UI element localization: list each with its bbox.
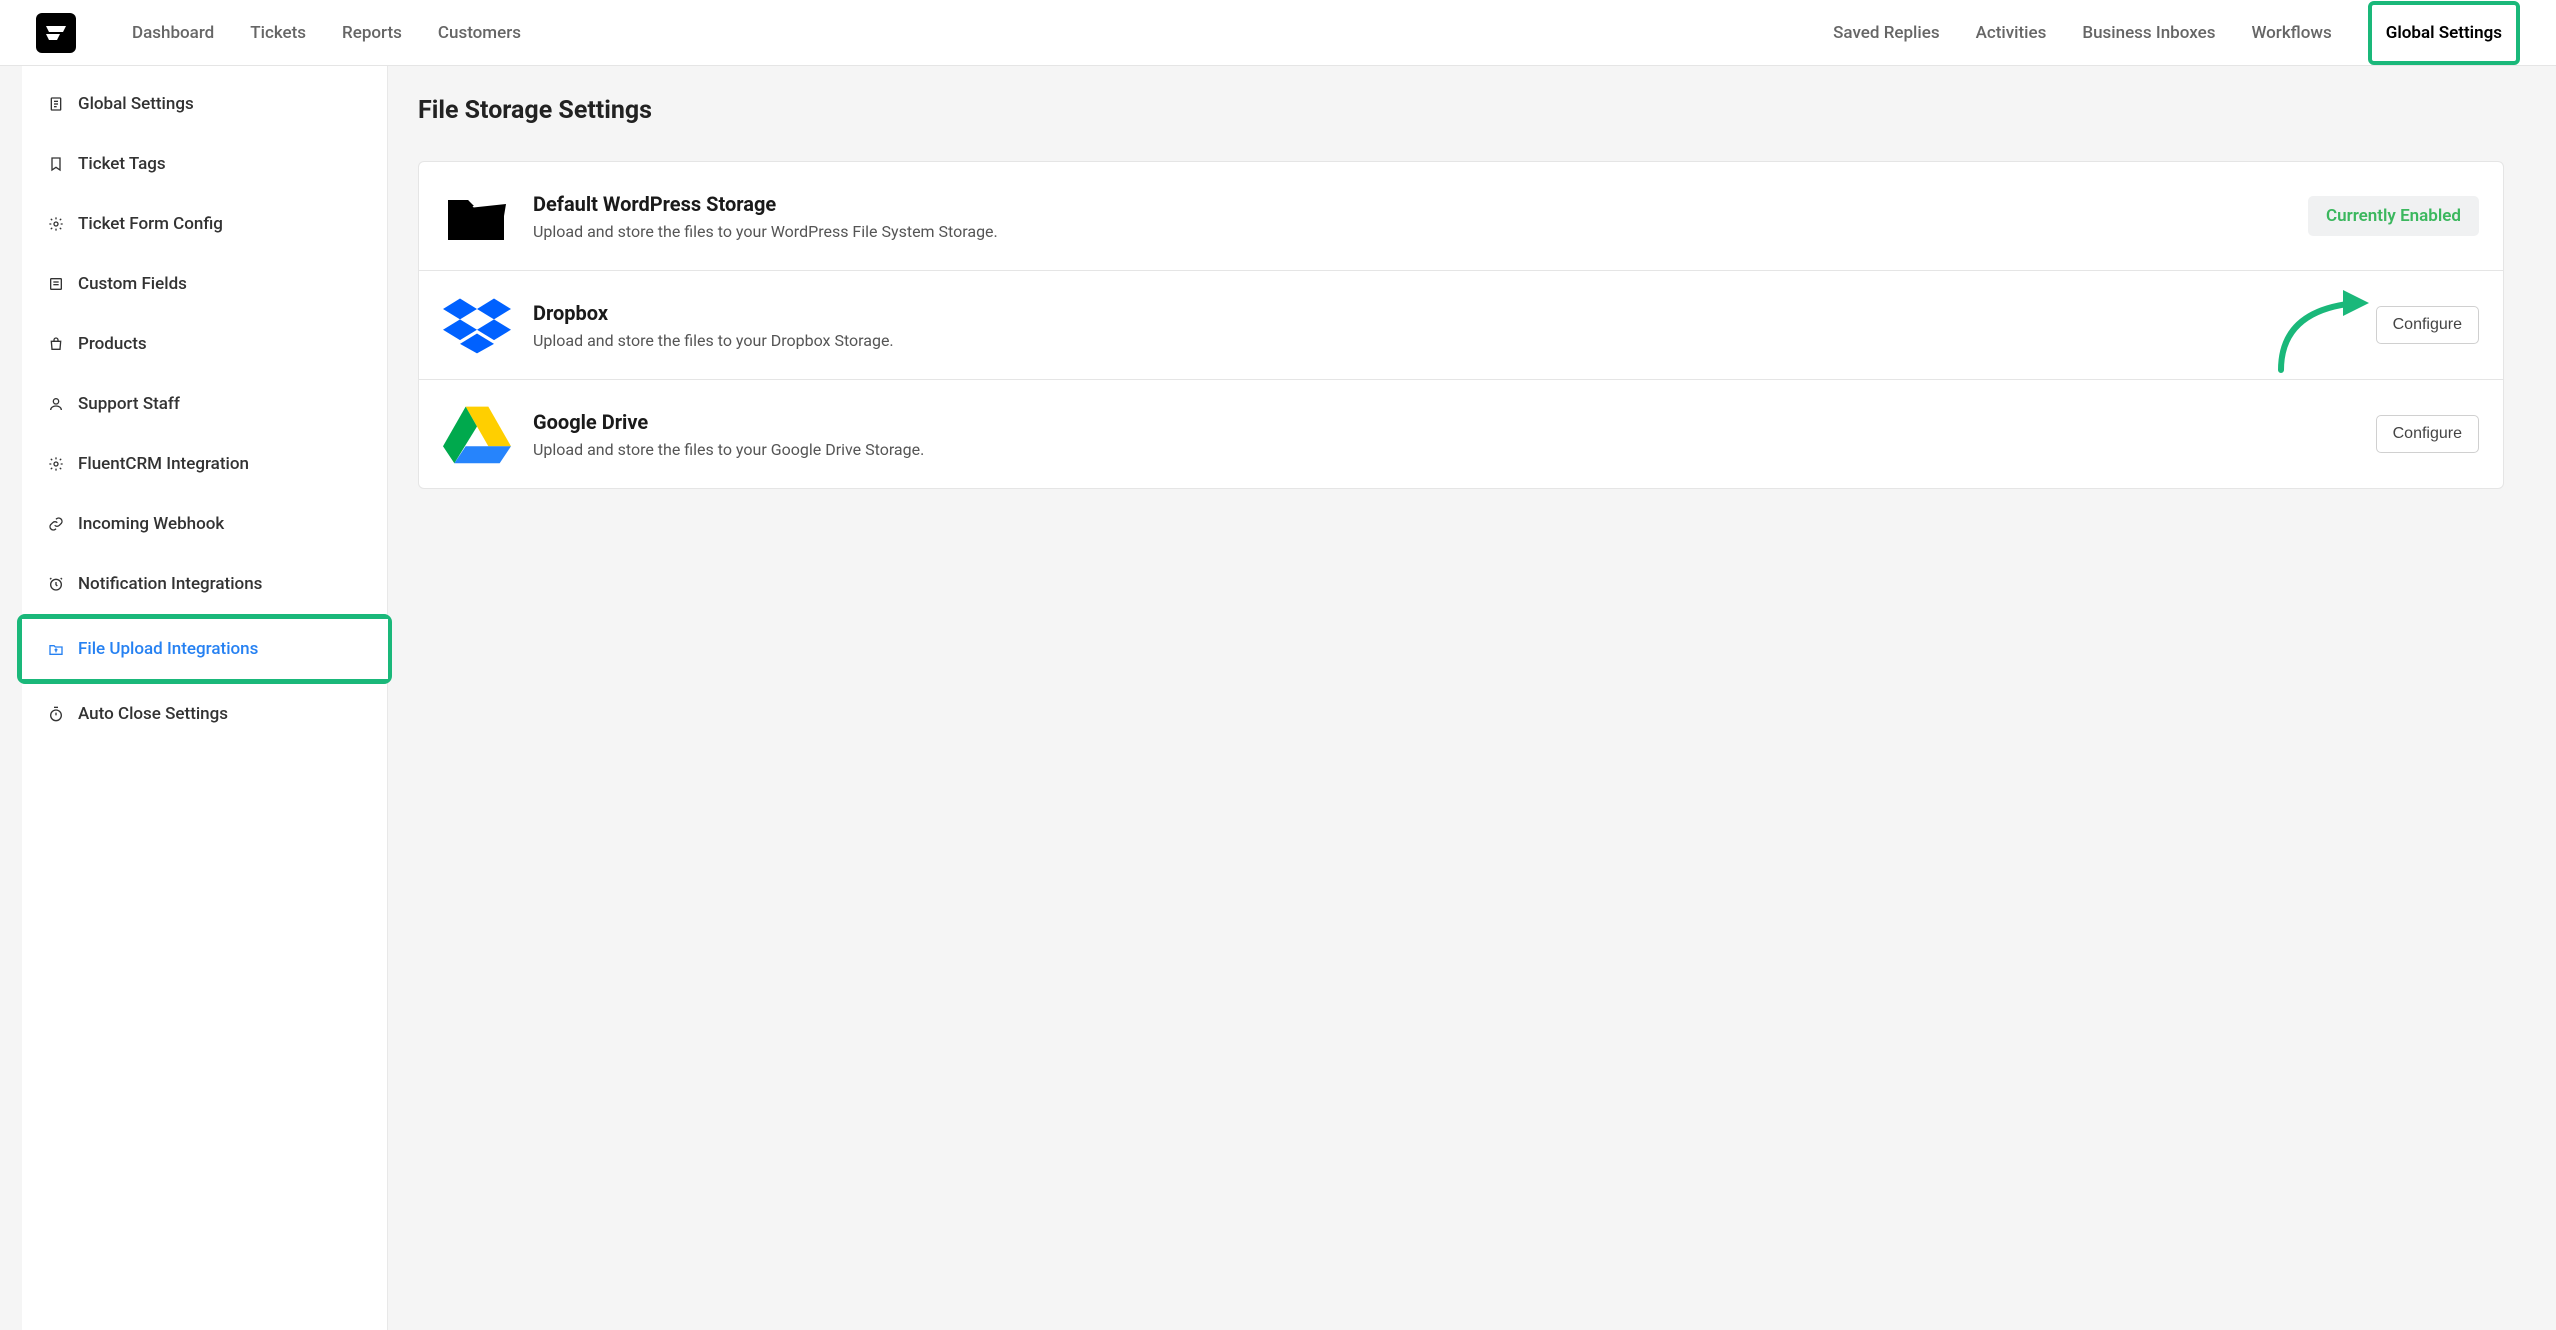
sidebar-item-incoming-webhook[interactable]: Incoming Webhook: [22, 494, 387, 554]
nav-workflows[interactable]: Workflows: [2251, 23, 2331, 43]
storage-card-dropbox: Dropbox Upload and store the files to yo…: [419, 271, 2503, 380]
sidebar-item-notification-integrations[interactable]: Notification Integrations: [22, 554, 387, 614]
nav-global-settings[interactable]: Global Settings: [2386, 23, 2502, 43]
app-logo[interactable]: [36, 13, 76, 53]
top-header: Dashboard Tickets Reports Customers Save…: [0, 0, 2556, 66]
sidebar-item-label: Auto Close Settings: [78, 704, 228, 724]
main-content: File Storage Settings Default WordPress …: [388, 66, 2534, 1330]
storage-desc: Upload and store the files to your WordP…: [533, 222, 2286, 241]
highlight-file-upload: File Upload Integrations: [17, 614, 392, 684]
gear-icon: [48, 216, 64, 232]
dropbox-icon: [443, 291, 511, 359]
storage-title: Default WordPress Storage: [533, 192, 2286, 216]
sidebar-item-ticket-form-config[interactable]: Ticket Form Config: [22, 194, 387, 254]
storage-desc: Upload and store the files to your Googl…: [533, 440, 2354, 459]
clock-icon: [48, 576, 64, 592]
nav-business-inboxes[interactable]: Business Inboxes: [2082, 23, 2215, 43]
sidebar-item-label: Global Settings: [78, 94, 194, 114]
document-icon: [48, 96, 64, 112]
folder-icon: [443, 182, 511, 250]
bag-icon: [48, 336, 64, 352]
sidebar-item-label: File Upload Integrations: [78, 639, 258, 659]
sidebar-item-label: Ticket Form Config: [78, 214, 223, 234]
timer-icon: [48, 706, 64, 722]
sidebar-item-auto-close[interactable]: Auto Close Settings: [22, 684, 387, 744]
sidebar-item-global-settings[interactable]: Global Settings: [22, 74, 387, 134]
sidebar-item-label: Ticket Tags: [78, 154, 166, 174]
settings-sidebar: Global Settings Ticket Tags Ticket Form …: [22, 66, 388, 1330]
link-icon: [48, 516, 64, 532]
configure-google-drive-button[interactable]: Configure: [2376, 415, 2479, 453]
sidebar-item-support-staff[interactable]: Support Staff: [22, 374, 387, 434]
storage-title: Google Drive: [533, 410, 2354, 434]
sidebar-item-label: Products: [78, 334, 147, 354]
sidebar-item-file-upload-integrations[interactable]: File Upload Integrations: [22, 619, 388, 679]
currently-enabled-badge: Currently Enabled: [2308, 196, 2479, 236]
nav-customers[interactable]: Customers: [438, 23, 521, 43]
folder-upload-icon: [48, 641, 64, 657]
sidebar-item-label: FluentCRM Integration: [78, 454, 249, 474]
google-drive-icon: [443, 400, 511, 468]
nav-tickets[interactable]: Tickets: [250, 23, 306, 43]
sidebar-item-label: Support Staff: [78, 394, 180, 414]
user-icon: [48, 396, 64, 412]
nav-dashboard[interactable]: Dashboard: [132, 23, 214, 43]
nav-left: Dashboard Tickets Reports Customers: [132, 23, 521, 43]
highlight-global-settings: Global Settings: [2368, 1, 2520, 65]
storage-list: Default WordPress Storage Upload and sto…: [418, 161, 2504, 489]
page-title: File Storage Settings: [418, 96, 2504, 125]
storage-title: Dropbox: [533, 301, 2354, 325]
storage-desc: Upload and store the files to your Dropb…: [533, 331, 2354, 350]
list-icon: [48, 276, 64, 292]
sidebar-item-custom-fields[interactable]: Custom Fields: [22, 254, 387, 314]
sidebar-item-label: Incoming Webhook: [78, 514, 224, 534]
logo-icon: [43, 20, 69, 46]
nav-saved-replies[interactable]: Saved Replies: [1833, 23, 1939, 43]
sidebar-item-fluentcrm[interactable]: FluentCRM Integration: [22, 434, 387, 494]
nav-right: Saved Replies Activities Business Inboxe…: [1833, 1, 2520, 65]
bookmark-icon: [48, 156, 64, 172]
sidebar-item-products[interactable]: Products: [22, 314, 387, 374]
sidebar-item-label: Custom Fields: [78, 274, 187, 294]
sidebar-item-label: Notification Integrations: [78, 574, 262, 594]
gear-icon: [48, 456, 64, 472]
storage-card-google-drive: Google Drive Upload and store the files …: [419, 380, 2503, 488]
nav-reports[interactable]: Reports: [342, 23, 402, 43]
storage-card-wordpress: Default WordPress Storage Upload and sto…: [419, 162, 2503, 271]
nav-activities[interactable]: Activities: [1976, 23, 2047, 43]
configure-dropbox-button[interactable]: Configure: [2376, 306, 2479, 344]
sidebar-item-ticket-tags[interactable]: Ticket Tags: [22, 134, 387, 194]
